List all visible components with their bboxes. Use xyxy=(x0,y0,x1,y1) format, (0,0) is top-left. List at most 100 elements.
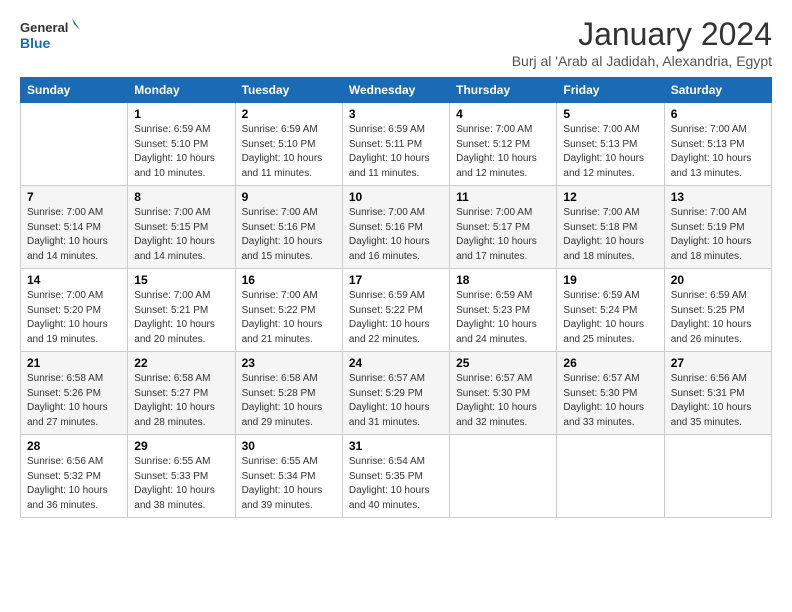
weekday-header-sunday: Sunday xyxy=(21,78,128,103)
calendar-cell: 25 Sunrise: 6:57 AM Sunset: 5:30 PM Dayl… xyxy=(450,352,557,435)
weekday-header-monday: Monday xyxy=(128,78,235,103)
sunrise-text: Sunrise: 6:58 AM xyxy=(134,373,210,384)
sunset-text: Sunset: 5:30 PM xyxy=(456,388,530,399)
calendar-cell: 27 Sunrise: 6:56 AM Sunset: 5:31 PM Dayl… xyxy=(664,352,771,435)
sunrise-text: Sunrise: 6:56 AM xyxy=(671,373,747,384)
daylight-text: Daylight: 10 hours and 24 minutes. xyxy=(456,319,537,345)
week-row-3: 14 Sunrise: 7:00 AM Sunset: 5:20 PM Dayl… xyxy=(21,269,772,352)
sunrise-text: Sunrise: 6:59 AM xyxy=(349,124,425,135)
day-number: 30 xyxy=(242,439,336,453)
calendar-cell: 30 Sunrise: 6:55 AM Sunset: 5:34 PM Dayl… xyxy=(235,435,342,518)
sunset-text: Sunset: 5:10 PM xyxy=(134,139,208,150)
day-number: 31 xyxy=(349,439,443,453)
day-info: Sunrise: 6:57 AM Sunset: 5:29 PM Dayligh… xyxy=(349,372,443,430)
daylight-text: Daylight: 10 hours and 28 minutes. xyxy=(134,402,215,428)
daylight-text: Daylight: 10 hours and 12 minutes. xyxy=(563,153,644,179)
sunrise-text: Sunrise: 6:57 AM xyxy=(456,373,532,384)
sunset-text: Sunset: 5:18 PM xyxy=(563,222,637,233)
daylight-text: Daylight: 10 hours and 20 minutes. xyxy=(134,319,215,345)
day-info: Sunrise: 6:59 AM Sunset: 5:22 PM Dayligh… xyxy=(349,289,443,347)
day-info: Sunrise: 7:00 AM Sunset: 5:13 PM Dayligh… xyxy=(563,123,657,181)
day-info: Sunrise: 7:00 AM Sunset: 5:17 PM Dayligh… xyxy=(456,206,550,264)
day-number: 3 xyxy=(349,107,443,121)
day-info: Sunrise: 7:00 AM Sunset: 5:12 PM Dayligh… xyxy=(456,123,550,181)
daylight-text: Daylight: 10 hours and 29 minutes. xyxy=(242,402,323,428)
month-year-title: January 2024 xyxy=(512,16,772,53)
day-number: 19 xyxy=(563,273,657,287)
daylight-text: Daylight: 10 hours and 39 minutes. xyxy=(242,485,323,511)
daylight-text: Daylight: 10 hours and 22 minutes. xyxy=(349,319,430,345)
daylight-text: Daylight: 10 hours and 15 minutes. xyxy=(242,236,323,262)
calendar-cell: 14 Sunrise: 7:00 AM Sunset: 5:20 PM Dayl… xyxy=(21,269,128,352)
day-number: 14 xyxy=(27,273,121,287)
calendar-cell xyxy=(664,435,771,518)
calendar-cell: 21 Sunrise: 6:58 AM Sunset: 5:26 PM Dayl… xyxy=(21,352,128,435)
day-number: 8 xyxy=(134,190,228,204)
calendar-cell xyxy=(450,435,557,518)
day-info: Sunrise: 6:56 AM Sunset: 5:32 PM Dayligh… xyxy=(27,455,121,513)
daylight-text: Daylight: 10 hours and 35 minutes. xyxy=(671,402,752,428)
sunrise-text: Sunrise: 6:59 AM xyxy=(456,290,532,301)
sunset-text: Sunset: 5:21 PM xyxy=(134,305,208,316)
daylight-text: Daylight: 10 hours and 10 minutes. xyxy=(134,153,215,179)
day-number: 10 xyxy=(349,190,443,204)
sunrise-text: Sunrise: 7:00 AM xyxy=(456,124,532,135)
day-info: Sunrise: 6:58 AM Sunset: 5:28 PM Dayligh… xyxy=(242,372,336,430)
daylight-text: Daylight: 10 hours and 17 minutes. xyxy=(456,236,537,262)
calendar-cell: 11 Sunrise: 7:00 AM Sunset: 5:17 PM Dayl… xyxy=(450,186,557,269)
daylight-text: Daylight: 10 hours and 13 minutes. xyxy=(671,153,752,179)
sunrise-text: Sunrise: 6:59 AM xyxy=(563,290,639,301)
week-row-5: 28 Sunrise: 6:56 AM Sunset: 5:32 PM Dayl… xyxy=(21,435,772,518)
weekday-header-wednesday: Wednesday xyxy=(342,78,449,103)
sunset-text: Sunset: 5:31 PM xyxy=(671,388,745,399)
daylight-text: Daylight: 10 hours and 27 minutes. xyxy=(27,402,108,428)
calendar-cell: 6 Sunrise: 7:00 AM Sunset: 5:13 PM Dayli… xyxy=(664,103,771,186)
sunset-text: Sunset: 5:23 PM xyxy=(456,305,530,316)
day-info: Sunrise: 6:54 AM Sunset: 5:35 PM Dayligh… xyxy=(349,455,443,513)
day-number: 6 xyxy=(671,107,765,121)
day-number: 18 xyxy=(456,273,550,287)
title-block: January 2024 Burj al 'Arab al Jadidah, A… xyxy=(512,16,772,69)
day-info: Sunrise: 6:59 AM Sunset: 5:10 PM Dayligh… xyxy=(134,123,228,181)
sunset-text: Sunset: 5:13 PM xyxy=(671,139,745,150)
day-info: Sunrise: 6:59 AM Sunset: 5:11 PM Dayligh… xyxy=(349,123,443,181)
day-info: Sunrise: 6:57 AM Sunset: 5:30 PM Dayligh… xyxy=(456,372,550,430)
sunrise-text: Sunrise: 6:59 AM xyxy=(242,124,318,135)
sunset-text: Sunset: 5:11 PM xyxy=(349,139,422,150)
sunset-text: Sunset: 5:15 PM xyxy=(134,222,208,233)
calendar-cell: 7 Sunrise: 7:00 AM Sunset: 5:14 PM Dayli… xyxy=(21,186,128,269)
sunset-text: Sunset: 5:16 PM xyxy=(242,222,316,233)
sunrise-text: Sunrise: 6:57 AM xyxy=(349,373,425,384)
day-info: Sunrise: 7:00 AM Sunset: 5:15 PM Dayligh… xyxy=(134,206,228,264)
sunset-text: Sunset: 5:17 PM xyxy=(456,222,530,233)
calendar-cell: 15 Sunrise: 7:00 AM Sunset: 5:21 PM Dayl… xyxy=(128,269,235,352)
sunrise-text: Sunrise: 6:58 AM xyxy=(27,373,103,384)
sunrise-text: Sunrise: 6:59 AM xyxy=(671,290,747,301)
calendar-cell: 28 Sunrise: 6:56 AM Sunset: 5:32 PM Dayl… xyxy=(21,435,128,518)
sunset-text: Sunset: 5:25 PM xyxy=(671,305,745,316)
daylight-text: Daylight: 10 hours and 14 minutes. xyxy=(27,236,108,262)
day-number: 16 xyxy=(242,273,336,287)
day-info: Sunrise: 6:59 AM Sunset: 5:10 PM Dayligh… xyxy=(242,123,336,181)
day-info: Sunrise: 6:57 AM Sunset: 5:30 PM Dayligh… xyxy=(563,372,657,430)
sunset-text: Sunset: 5:32 PM xyxy=(27,471,101,482)
svg-text:Blue: Blue xyxy=(20,35,51,51)
logo: General Blue xyxy=(20,16,80,58)
day-info: Sunrise: 7:00 AM Sunset: 5:20 PM Dayligh… xyxy=(27,289,121,347)
daylight-text: Daylight: 10 hours and 25 minutes. xyxy=(563,319,644,345)
sunrise-text: Sunrise: 7:00 AM xyxy=(242,290,318,301)
daylight-text: Daylight: 10 hours and 12 minutes. xyxy=(456,153,537,179)
day-info: Sunrise: 7:00 AM Sunset: 5:13 PM Dayligh… xyxy=(671,123,765,181)
day-number: 2 xyxy=(242,107,336,121)
day-info: Sunrise: 7:00 AM Sunset: 5:18 PM Dayligh… xyxy=(563,206,657,264)
sunset-text: Sunset: 5:13 PM xyxy=(563,139,637,150)
calendar-cell: 19 Sunrise: 6:59 AM Sunset: 5:24 PM Dayl… xyxy=(557,269,664,352)
day-info: Sunrise: 7:00 AM Sunset: 5:22 PM Dayligh… xyxy=(242,289,336,347)
day-info: Sunrise: 6:56 AM Sunset: 5:31 PM Dayligh… xyxy=(671,372,765,430)
day-number: 25 xyxy=(456,356,550,370)
sunset-text: Sunset: 5:22 PM xyxy=(349,305,423,316)
daylight-text: Daylight: 10 hours and 32 minutes. xyxy=(456,402,537,428)
day-number: 26 xyxy=(563,356,657,370)
daylight-text: Daylight: 10 hours and 11 minutes. xyxy=(349,153,430,179)
sunrise-text: Sunrise: 6:59 AM xyxy=(349,290,425,301)
